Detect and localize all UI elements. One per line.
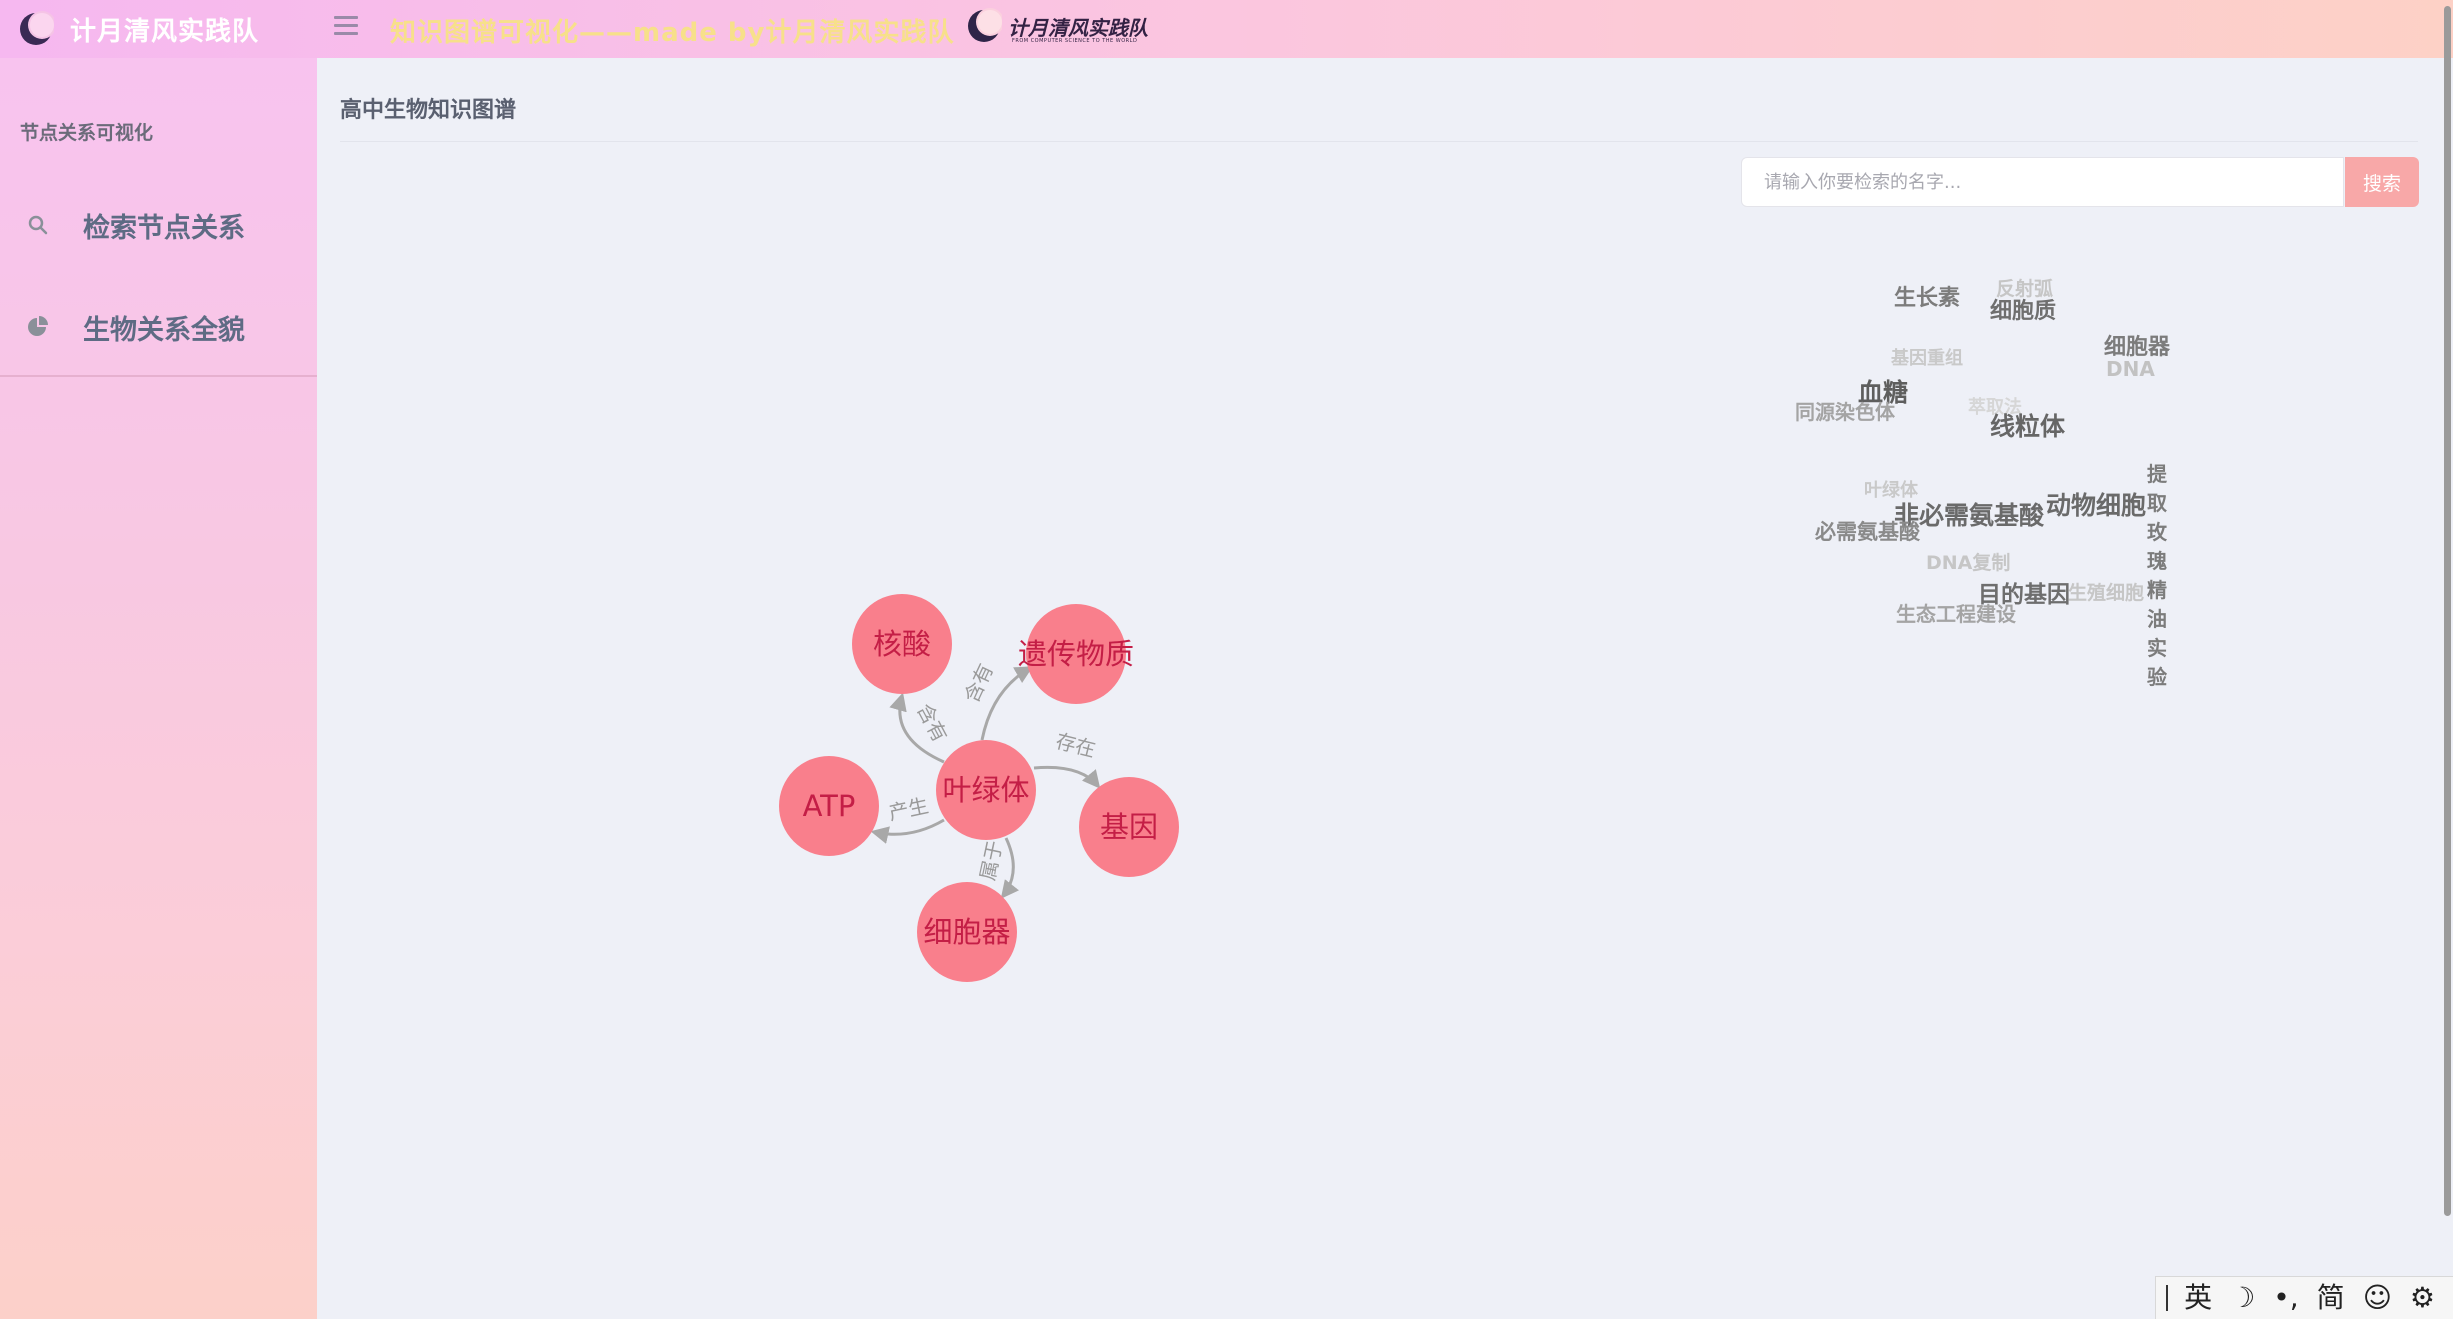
graph-edge-label: 含有 bbox=[912, 699, 952, 746]
punctuation-icon[interactable]: •, bbox=[2273, 1284, 2298, 1312]
graph-node[interactable]: 遗传物质 bbox=[1018, 604, 1134, 704]
word-cloud-word[interactable]: 基因重组 bbox=[1891, 350, 1963, 368]
word-cloud-word[interactable]: DNA复制 bbox=[1926, 554, 2010, 573]
word-cloud-word[interactable]: 生殖细胞 bbox=[2068, 584, 2144, 603]
word-cloud-word[interactable]: 必需氨基酸 bbox=[1815, 522, 1920, 543]
ime-simplified-toggle[interactable]: 简 bbox=[2317, 1284, 2345, 1312]
word-cloud-word[interactable]: 动物细胞 bbox=[2046, 493, 2146, 518]
word-cloud-word[interactable]: 反射弧 bbox=[1996, 280, 2053, 299]
graph-node-label: 遗传物质 bbox=[1018, 637, 1134, 671]
graph-node[interactable]: 核酸 bbox=[852, 594, 952, 694]
moon-icon[interactable]: ☽ bbox=[2230, 1284, 2255, 1312]
word-cloud-word[interactable]: 细胞质 bbox=[1990, 301, 2056, 323]
graph-node-label: 细胞器 bbox=[923, 915, 1010, 949]
word-cloud-char: 瑰 bbox=[2147, 549, 2167, 573]
graph-edge[interactable] bbox=[1033, 765, 1101, 789]
ime-toolbar: 英 ☽ •, 简 ☺ ⚙ bbox=[2155, 1276, 2453, 1319]
word-cloud-char: 精 bbox=[2147, 578, 2167, 602]
word-cloud-char: 玫 bbox=[2147, 520, 2167, 544]
graph-node-label: ATP bbox=[803, 789, 856, 823]
word-cloud-word[interactable]: 生态工程建设 bbox=[1896, 604, 2016, 624]
graph-node-label: 基因 bbox=[1100, 810, 1158, 844]
graph-node[interactable]: 基因 bbox=[1079, 777, 1179, 877]
ime-lang-toggle[interactable]: 英 bbox=[2184, 1284, 2212, 1312]
word-cloud-word[interactable]: 生长素 bbox=[1894, 288, 1960, 310]
ime-handle[interactable] bbox=[2166, 1285, 2169, 1311]
word-cloud-char: 验 bbox=[2147, 665, 2167, 689]
graph-edge-label: 属于 bbox=[975, 838, 1007, 882]
word-cloud-word[interactable]: 线粒体 bbox=[1990, 414, 2065, 439]
graph-node-label: 核酸 bbox=[873, 627, 931, 661]
word-cloud-word[interactable]: DNA bbox=[2106, 359, 2155, 379]
knowledge-graph[interactable]: 含有含有存在属于产生 叶绿体核酸 遗传物质基因细胞器ATP bbox=[0, 0, 2453, 1319]
word-cloud-char: 取 bbox=[2147, 491, 2167, 515]
word-cloud-vertical-word[interactable]: 提取玫瑰精油实验 bbox=[2147, 458, 2171, 689]
graph-edge-label: 含有 bbox=[959, 660, 998, 706]
word-cloud-char: 油 bbox=[2147, 607, 2167, 631]
graph-node-label: 叶绿体 bbox=[942, 773, 1029, 807]
graph-node[interactable]: 叶绿体 bbox=[936, 740, 1036, 840]
graph-node[interactable]: ATP bbox=[779, 756, 879, 856]
word-cloud-word[interactable]: 叶绿体 bbox=[1864, 482, 1918, 500]
word-cloud-char: 实 bbox=[2147, 636, 2167, 660]
word-cloud-word[interactable]: 细胞器 bbox=[2104, 337, 2170, 359]
word-cloud-word[interactable]: 同源染色体 bbox=[1795, 402, 1895, 422]
graph-node[interactable]: 细胞器 bbox=[917, 882, 1017, 982]
word-cloud-char: 提 bbox=[2147, 462, 2167, 486]
graph-edge-label: 产生 bbox=[886, 793, 930, 825]
gear-icon[interactable]: ⚙ bbox=[2410, 1284, 2435, 1312]
graph-edge[interactable] bbox=[870, 818, 945, 844]
graph-edge-label: 存在 bbox=[1053, 729, 1098, 762]
emoji-icon[interactable]: ☺ bbox=[2363, 1284, 2392, 1312]
